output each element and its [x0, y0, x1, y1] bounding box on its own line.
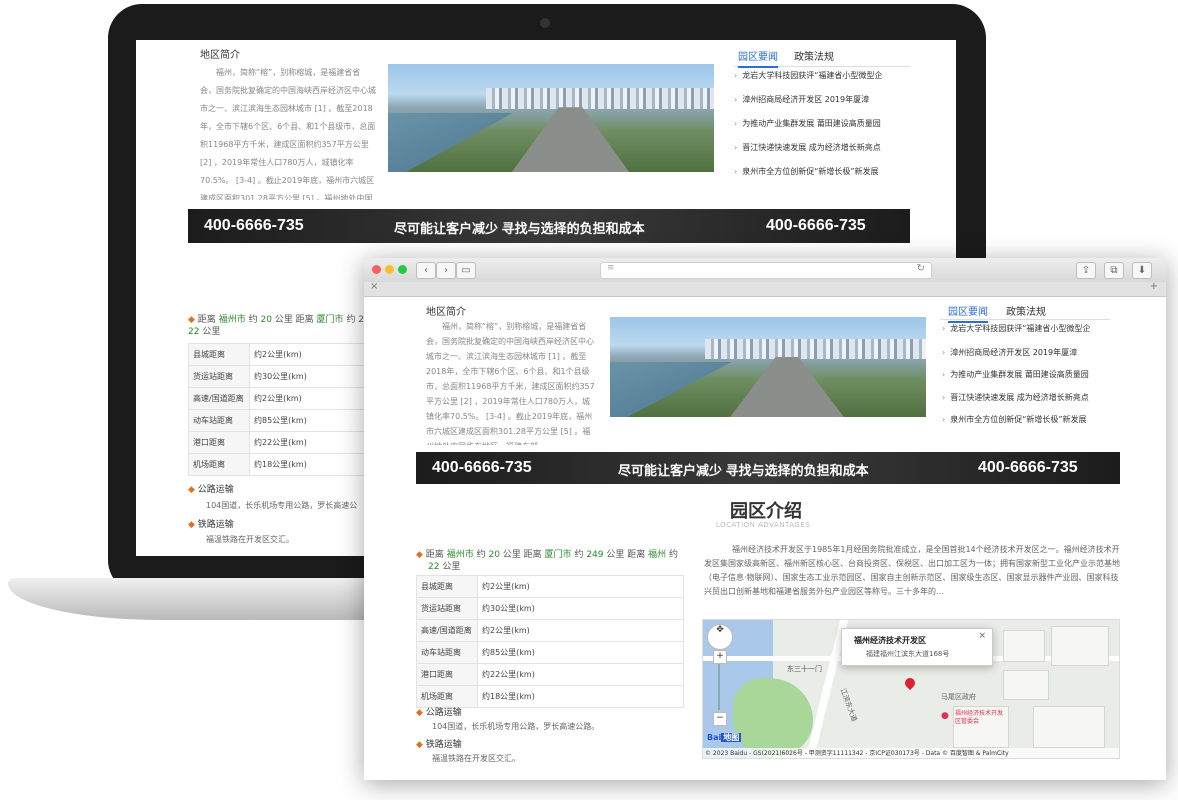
table-row: 港口距离 约22公里(km) — [416, 663, 684, 686]
map-copyright: © 2023 Baidu - GS(2021)6026号 - 甲测资字11111… — [703, 748, 1119, 758]
news-item[interactable]: 漳州招商局经济开发区 2019年厦漳 — [734, 94, 896, 105]
browser-tabbar: × + — [364, 281, 1166, 297]
tab-close-icon[interactable]: × — [370, 281, 378, 292]
browser-window: ‹ › ▭ ≡ ↻ ⇪ ⧉ ⬇ × + 地区简介 福州，简称“榕”，别称榕城，是… — [364, 258, 1166, 780]
tab-policy[interactable]: 政策法规 — [794, 48, 834, 63]
rail-text: 福温铁路在开发区交汇。 — [432, 754, 520, 763]
baidu-logo: Bai 地图 — [707, 733, 742, 742]
banner-phone-right: 400-6666-735 — [978, 459, 1078, 476]
rail-title: ◆ 铁路运输 — [416, 740, 462, 750]
map-label-gate: 东三十一门 — [787, 665, 822, 673]
table-row: 机场距离 约18公里(km) — [188, 453, 368, 476]
about-title: 地区简介 — [426, 307, 466, 318]
table-row: 县城距离 约2公里(km) — [188, 343, 368, 366]
news-item[interactable]: 龙岩大学科技园获评“福建省小型微型企 — [734, 70, 896, 81]
road-text: 104国道，长乐机场专用公路，罗长高速公 — [206, 501, 358, 510]
table-row: 高速/国道距离 约2公里(km) — [416, 619, 684, 642]
banner-phone-left: 400-6666-735 — [204, 217, 304, 234]
rail-title: ◆ 铁路运输 — [188, 520, 234, 530]
distance-line-wrap: 22 公里 — [428, 562, 461, 572]
reload-icon[interactable]: ↻ — [917, 263, 925, 274]
menu-lines-icon: ≡ — [607, 263, 615, 273]
popup-title: 福州经济技术开发区 — [854, 636, 926, 645]
about-text: 福州，简称“榕”，别称榕城，是福建省省会，国务院批复确定的中国海峡西岸经济区中心… — [200, 68, 376, 200]
park-intro-text: 福州经济技术开发区于1985年1月经国务院批准成立，是全国首批14个经济技术开发… — [704, 545, 1120, 596]
table-row: 动车站距离 约85公里(km) — [416, 641, 684, 664]
park-title: 园区介绍 — [730, 501, 802, 522]
browser-toolbar: ‹ › ▭ ≡ ↻ ⇪ ⧉ ⬇ — [364, 258, 1166, 283]
tab-park-news[interactable]: 园区要闻 — [738, 48, 778, 68]
popup-address: 福建福州江滨东大道168号 — [866, 650, 950, 658]
tab-park-news[interactable]: 园区要闻 — [948, 303, 988, 323]
road-text: 104国道，长乐机场专用公路，罗长高速公路。 — [432, 722, 600, 731]
map-pan-icon[interactable]: ✥ — [707, 624, 733, 650]
table-row: 高速/国道距离 约2公里(km) — [188, 387, 368, 410]
news-item[interactable]: 为推动产业集群发展 莆田建设高质量园 — [942, 369, 1104, 380]
bullet-icon: ◆ — [416, 550, 423, 560]
map-label-road: 江滨东大道 — [838, 687, 859, 723]
city-photo — [388, 64, 714, 172]
table-row: 动车站距离 约85公里(km) — [188, 409, 368, 432]
park-subtitle: LOCATION ADVANTAGES — [716, 521, 811, 529]
download-icon[interactable]: ⬇ — [1132, 262, 1152, 279]
news-item[interactable]: 晋江快递快速发展 成为经济增长新亮点 — [942, 392, 1104, 403]
close-window-icon[interactable] — [372, 265, 381, 274]
sidebar-icon[interactable]: ▭ — [456, 262, 476, 279]
table-row: 县城距离 约2公里(km) — [416, 575, 684, 598]
tab-policy[interactable]: 政策法规 — [1006, 303, 1046, 318]
banner-phone-left: 400-6666-735 — [432, 459, 532, 476]
news-item[interactable]: 龙岩大学科技园获评“福建省小型微型企 — [942, 323, 1104, 334]
rail-text: 福温铁路在开发区交汇。 — [206, 535, 294, 544]
distance-line-wrap: 22 公里 — [188, 327, 221, 337]
poi-pin-icon: ● — [941, 711, 949, 721]
camera-icon — [540, 18, 550, 28]
about-title: 地区简介 — [200, 50, 240, 61]
map-label-gov: 马尾区政府 — [941, 693, 976, 701]
map-label-poi: 福州经济技术开发区管委会 — [955, 710, 1004, 725]
table-row: 货运站距离 约30公里(km) — [416, 597, 684, 620]
phone-banner: 400-6666-735 尽可能让客户减少 寻找与选择的负担和成本 400-66… — [188, 209, 910, 243]
popup-close-icon[interactable]: × — [978, 631, 986, 641]
phone-banner: 400-6666-735 尽可能让客户减少 寻找与选择的负担和成本 400-66… — [416, 452, 1120, 484]
zoom-in-icon[interactable]: + — [713, 650, 727, 664]
news-item[interactable]: 晋江快递快速发展 成为经济增长新亮点 — [734, 142, 896, 153]
table-row: 货运站距离 约30公里(km) — [188, 365, 368, 388]
baidu-map[interactable]: ✥ + − 东三十一门 江滨东大道 马尾区政府 福州经济技术开发区管委会 ● 福… — [702, 619, 1120, 759]
minimize-window-icon[interactable] — [385, 265, 394, 274]
forward-icon[interactable]: › — [436, 262, 456, 279]
back-icon[interactable]: ‹ — [416, 262, 436, 279]
tabs-icon[interactable]: ⧉ — [1104, 262, 1124, 279]
road-title: ◆ 公路运输 — [188, 485, 234, 495]
new-tab-icon[interactable]: + — [1150, 281, 1158, 292]
browser-content: 地区简介 福州，简称“榕”，别称榕城，是福建省省会，国务院批复确定的中国海峡西岸… — [364, 297, 1166, 780]
banner-slogan: 尽可能让客户减少 寻找与选择的负担和成本 — [618, 463, 869, 478]
news-tabs: 园区要闻 政策法规 — [940, 303, 1110, 323]
road-title: ◆ 公路运输 — [416, 708, 462, 718]
news-tabs: 园区要闻 政策法规 — [734, 48, 910, 68]
news-item[interactable]: 为推动产业集群发展 莆田建设高质量园 — [734, 118, 896, 129]
maximize-window-icon[interactable] — [398, 265, 407, 274]
location-pin-icon[interactable] — [902, 675, 918, 691]
city-photo — [610, 317, 926, 417]
table-row: 港口距离 约22公里(km) — [188, 431, 368, 454]
map-popup: 福州经济技术开发区 福建福州江滨东大道168号 × — [841, 628, 993, 666]
zoom-slider[interactable] — [718, 664, 720, 710]
news-item[interactable]: 泉州市全方位创新促“新增长极”新发展 — [942, 414, 1104, 425]
banner-slogan: 尽可能让客户减少 寻找与选择的负担和成本 — [394, 221, 645, 236]
about-text: 福州，简称“榕”，别称榕城，是福建省省会，国务院批复确定的中国海峡西岸经济区中心… — [426, 322, 595, 445]
share-icon[interactable]: ⇪ — [1076, 262, 1096, 279]
distance-table: 县城距离 约2公里(km) 货运站距离 约30公里(km) 高速/国道距离 约2公里(… — [416, 575, 684, 708]
zoom-out-icon[interactable]: − — [713, 712, 727, 726]
address-bar[interactable]: ≡ ↻ — [600, 262, 932, 279]
distance-table: 县城距离 约2公里(km) 货运站距离 约30公里(km) 高速/国道距离 约2公里(… — [188, 343, 368, 476]
news-item[interactable]: 漳州招商局经济开发区 2019年厦漳 — [942, 347, 1104, 358]
news-item[interactable]: 泉州市全方位创新促“新增长极”新发展 — [734, 166, 896, 177]
banner-phone-right: 400-6666-735 — [766, 217, 866, 234]
